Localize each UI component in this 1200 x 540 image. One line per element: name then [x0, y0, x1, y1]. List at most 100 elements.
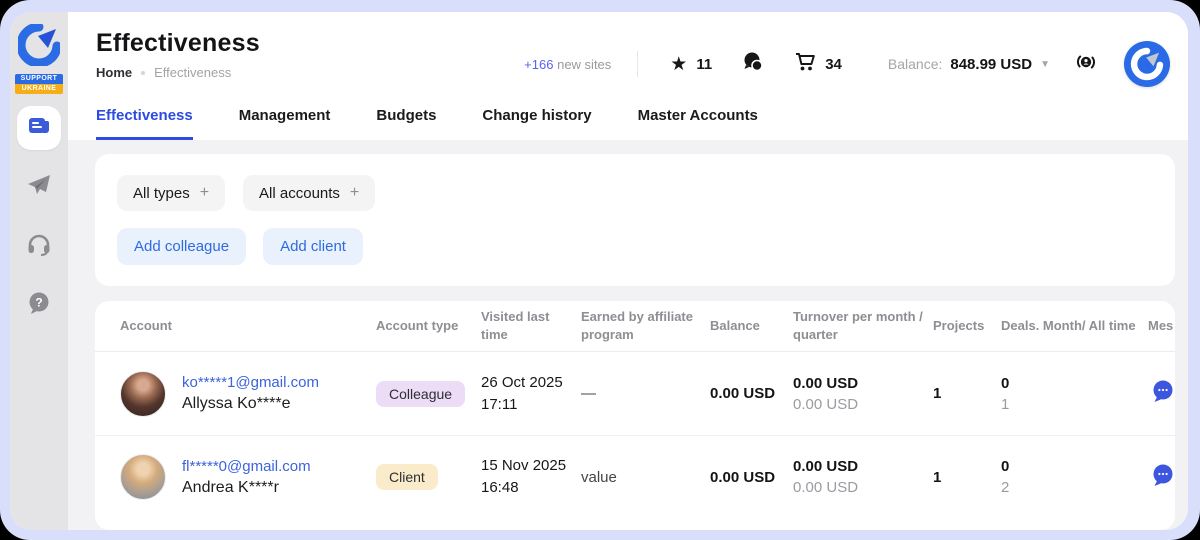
visited-time: 16:48	[481, 477, 581, 499]
chat-button[interactable]	[742, 51, 764, 78]
filter-all-accounts[interactable]: All accounts +	[243, 175, 375, 211]
page-title: Effectiveness	[96, 29, 260, 58]
account-name: Allyssa Ko****e	[182, 395, 319, 413]
turnover-month: 0.00 USD	[793, 375, 933, 392]
col-message: Mes	[1148, 317, 1175, 335]
filter-types-label: All types	[133, 185, 190, 202]
cart-icon	[794, 51, 816, 78]
sidebar-nav: ?	[17, 106, 61, 342]
add-colleague-button[interactable]: Add colleague	[117, 228, 246, 265]
visited-date: 15 Nov 2025	[481, 455, 581, 477]
turnover-quarter: 0.00 USD	[793, 396, 933, 413]
col-turnover: Turnover per month / quarter	[793, 308, 933, 343]
balance-value: 848.99 USD	[950, 56, 1032, 73]
message-bubble-icon	[1150, 462, 1175, 488]
tab-management[interactable]: Management	[239, 107, 331, 140]
window-frame: SUPPORT UKRAINE	[0, 0, 1200, 540]
col-account-type: Account type	[376, 317, 481, 335]
favorites-counter[interactable]: ★ 11	[670, 55, 712, 74]
app-window: SUPPORT UKRAINE	[10, 12, 1188, 530]
balance-cell: 0.00 USD	[710, 469, 793, 486]
col-balance: Balance	[710, 317, 793, 335]
filter-all-types[interactable]: All types +	[117, 175, 225, 211]
help-icon: ?	[26, 290, 52, 321]
accounts-table-card: Account Account type Visited last time E…	[95, 301, 1175, 530]
sidebar-item-news[interactable]	[17, 106, 61, 150]
sidebar: SUPPORT UKRAINE	[10, 12, 68, 530]
breadcrumb-home[interactable]: Home	[96, 65, 132, 80]
visited-date: 26 Oct 2025	[481, 372, 581, 394]
deals-month: 0	[1001, 375, 1148, 392]
sidebar-item-help[interactable]: ?	[17, 283, 61, 327]
support-ukraine-badge: SUPPORT UKRAINE	[15, 74, 63, 94]
breadcrumb: Home Effectiveness	[96, 65, 260, 80]
breadcrumb-separator	[141, 71, 145, 75]
message-button[interactable]	[1150, 378, 1175, 409]
notifications-button[interactable]	[1074, 50, 1098, 79]
col-account: Account	[120, 317, 376, 335]
new-sites-label: new sites	[557, 57, 611, 72]
caret-down-icon: ▼	[1040, 59, 1050, 70]
deals-month: 0	[1001, 458, 1148, 475]
projects-count: 1	[933, 469, 1001, 486]
turnover-month: 0.00 USD	[793, 458, 933, 475]
earned-value: value	[581, 469, 710, 486]
new-sites-counter[interactable]: +166 new sites	[524, 57, 611, 72]
account-email-link[interactable]: fl*****0@gmail.com	[182, 458, 311, 475]
table-row: fl*****0@gmail.com Andrea K****r Client …	[95, 435, 1175, 518]
headphones-icon	[26, 231, 52, 262]
favorites-count: 11	[696, 56, 712, 73]
turnover-quarter: 0.00 USD	[793, 479, 933, 496]
balance-label: Balance:	[888, 56, 942, 72]
svg-text:?: ?	[35, 295, 42, 309]
add-client-button[interactable]: Add client	[263, 228, 363, 265]
plus-icon: +	[350, 184, 359, 202]
col-deals: Deals. Month/ All time	[1001, 317, 1148, 335]
chat-icon	[742, 51, 764, 78]
account-name: Andrea K****r	[182, 479, 311, 497]
account-email-link[interactable]: ko*****1@gmail.com	[182, 374, 319, 391]
earned-value: —	[581, 385, 710, 402]
balance-cell: 0.00 USD	[710, 385, 793, 402]
account-avatar	[120, 454, 166, 500]
star-icon: ★	[670, 55, 687, 74]
user-avatar[interactable]	[1124, 41, 1170, 87]
balance-dropdown[interactable]: Balance: 848.99 USD ▼	[888, 56, 1050, 73]
notification-icon	[1074, 50, 1098, 79]
news-icon	[26, 113, 52, 144]
col-visited: Visited last time	[481, 308, 581, 343]
main-area: Effectiveness Home Effectiveness +166 ne…	[68, 12, 1188, 530]
stats-divider	[637, 51, 638, 77]
projects-count: 1	[933, 385, 1001, 402]
deals-all-time: 2	[1001, 479, 1148, 496]
header-stats: +166 new sites ★ 11	[524, 29, 1170, 87]
tab-effectiveness[interactable]: Effectiveness	[96, 107, 193, 140]
collaborator-logo-icon	[18, 24, 60, 71]
sidebar-item-support[interactable]	[17, 224, 61, 268]
filter-accounts-label: All accounts	[259, 185, 340, 202]
filters-card: All types + All accounts + Add colleague…	[95, 154, 1175, 286]
account-avatar	[120, 371, 166, 417]
tab-master-accounts[interactable]: Master Accounts	[638, 107, 758, 140]
new-sites-count: +166	[524, 57, 553, 72]
col-projects: Projects	[933, 317, 1001, 335]
col-earned: Earned by affiliate program	[581, 308, 710, 343]
cart-count: 34	[825, 56, 842, 73]
tab-budgets[interactable]: Budgets	[376, 107, 436, 140]
sidebar-item-telegram[interactable]	[17, 165, 61, 209]
breadcrumb-current: Effectiveness	[154, 65, 231, 80]
cart-counter[interactable]: 34	[794, 51, 842, 78]
page-header: Effectiveness Home Effectiveness +166 ne…	[68, 12, 1188, 95]
message-bubble-icon	[1150, 378, 1175, 404]
plus-icon: +	[200, 184, 209, 202]
tab-bar: Effectiveness Management Budgets Change …	[68, 95, 1188, 140]
telegram-icon	[25, 171, 53, 204]
tab-change-history[interactable]: Change history	[482, 107, 591, 140]
visited-time: 17:11	[481, 394, 581, 416]
app-logo[interactable]: SUPPORT UKRAINE	[15, 24, 63, 94]
table-row: ko*****1@gmail.com Allyssa Ko****e Colle…	[95, 352, 1175, 435]
message-button[interactable]	[1150, 462, 1175, 493]
account-type-badge: Colleague	[376, 381, 465, 407]
content-area: All types + All accounts + Add colleague…	[68, 140, 1188, 530]
table-header-row: Account Account type Visited last time E…	[95, 301, 1175, 352]
